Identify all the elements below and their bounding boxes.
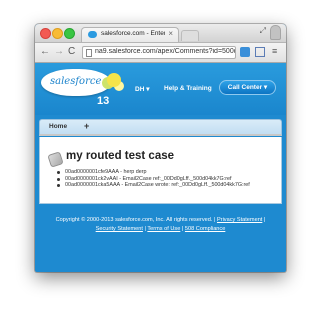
reload-button[interactable]: C: [68, 46, 75, 58]
browser-tab[interactable]: salesforce.com - Enterpr ×: [81, 27, 179, 42]
tab-title: salesforce.com - Enterpr: [101, 30, 165, 37]
security-statement-link[interactable]: Security Statement: [96, 226, 143, 232]
page-title: my routed test case: [66, 150, 175, 162]
browser-window: salesforce.com - Enterpr × ⤢ ← → C na9.s…: [35, 24, 286, 272]
new-tab-button[interactable]: [181, 30, 199, 41]
comment-list: 00ad0000001cfe9AAA - herp derp 00ad00000…: [56, 169, 274, 189]
app-tab-bar: Home +: [39, 119, 282, 136]
case-panel: my routed test case 00ad0000001cfe9AAA -…: [39, 137, 282, 204]
url-text: na9.salesforce.com/apex/Comments?id=500d…: [95, 48, 235, 55]
page-icon: [86, 49, 92, 57]
extension-icon[interactable]: [240, 47, 250, 57]
back-button[interactable]: ←: [40, 46, 50, 58]
tab-home[interactable]: Home: [49, 123, 67, 130]
forward-button[interactable]: →: [54, 46, 64, 58]
case-icon: [47, 151, 64, 168]
salesforce-header: salesforce 13 DH ▾ Help & Training Call …: [35, 63, 286, 115]
comment-item: 00ad0000001cfe9AAA - herp derp: [56, 169, 274, 176]
footer-separator: |: [144, 226, 146, 232]
minimize-window-button[interactable]: [52, 28, 63, 39]
title-bar: salesforce.com - Enterpr × ⤢: [35, 24, 286, 43]
copyright-text: Copyright © 2000-2013 salesforce.com, In…: [55, 217, 216, 223]
call-center-button[interactable]: Call Center ▾: [219, 80, 276, 95]
cast-icon[interactable]: [255, 47, 265, 57]
address-bar[interactable]: na9.salesforce.com/apex/Comments?id=500d…: [82, 46, 236, 59]
comment-item: 00ad0000001cka5AAA - Email2Case wrote: r…: [56, 182, 274, 189]
comment-item: 00ad0000001ck2vAAI - Email2Case ref:_00D…: [56, 176, 274, 183]
footer-separator: |: [263, 217, 266, 223]
footer-separator: |: [181, 226, 184, 232]
user-menu[interactable]: DH ▾: [135, 85, 149, 93]
footer: Copyright © 2000-2013 salesforce.com, In…: [45, 216, 276, 234]
salesforce-favicon-icon: [88, 31, 97, 38]
maximize-window-button[interactable]: [64, 28, 75, 39]
menu-icon[interactable]: ≡: [272, 46, 282, 58]
tab-add[interactable]: +: [84, 121, 89, 131]
release-flower-icon: [107, 73, 121, 87]
terms-of-use-link[interactable]: Terms of Use: [147, 226, 180, 232]
profile-icon[interactable]: [270, 25, 281, 40]
help-training-link[interactable]: Help & Training: [164, 85, 212, 92]
tab-close-icon[interactable]: ×: [168, 29, 173, 38]
close-window-button[interactable]: [40, 28, 51, 39]
fullscreen-icon[interactable]: ⤢: [260, 26, 266, 36]
logo-text: salesforce: [50, 76, 102, 87]
salesforce-logo[interactable]: salesforce: [41, 69, 111, 96]
release-number: 13: [97, 95, 110, 107]
browser-toolbar: ← → C na9.salesforce.com/apex/Comments?i…: [35, 43, 286, 63]
privacy-statement-link[interactable]: Privacy Statement: [217, 217, 262, 223]
508-compliance-link[interactable]: 508 Compliance: [185, 226, 225, 232]
